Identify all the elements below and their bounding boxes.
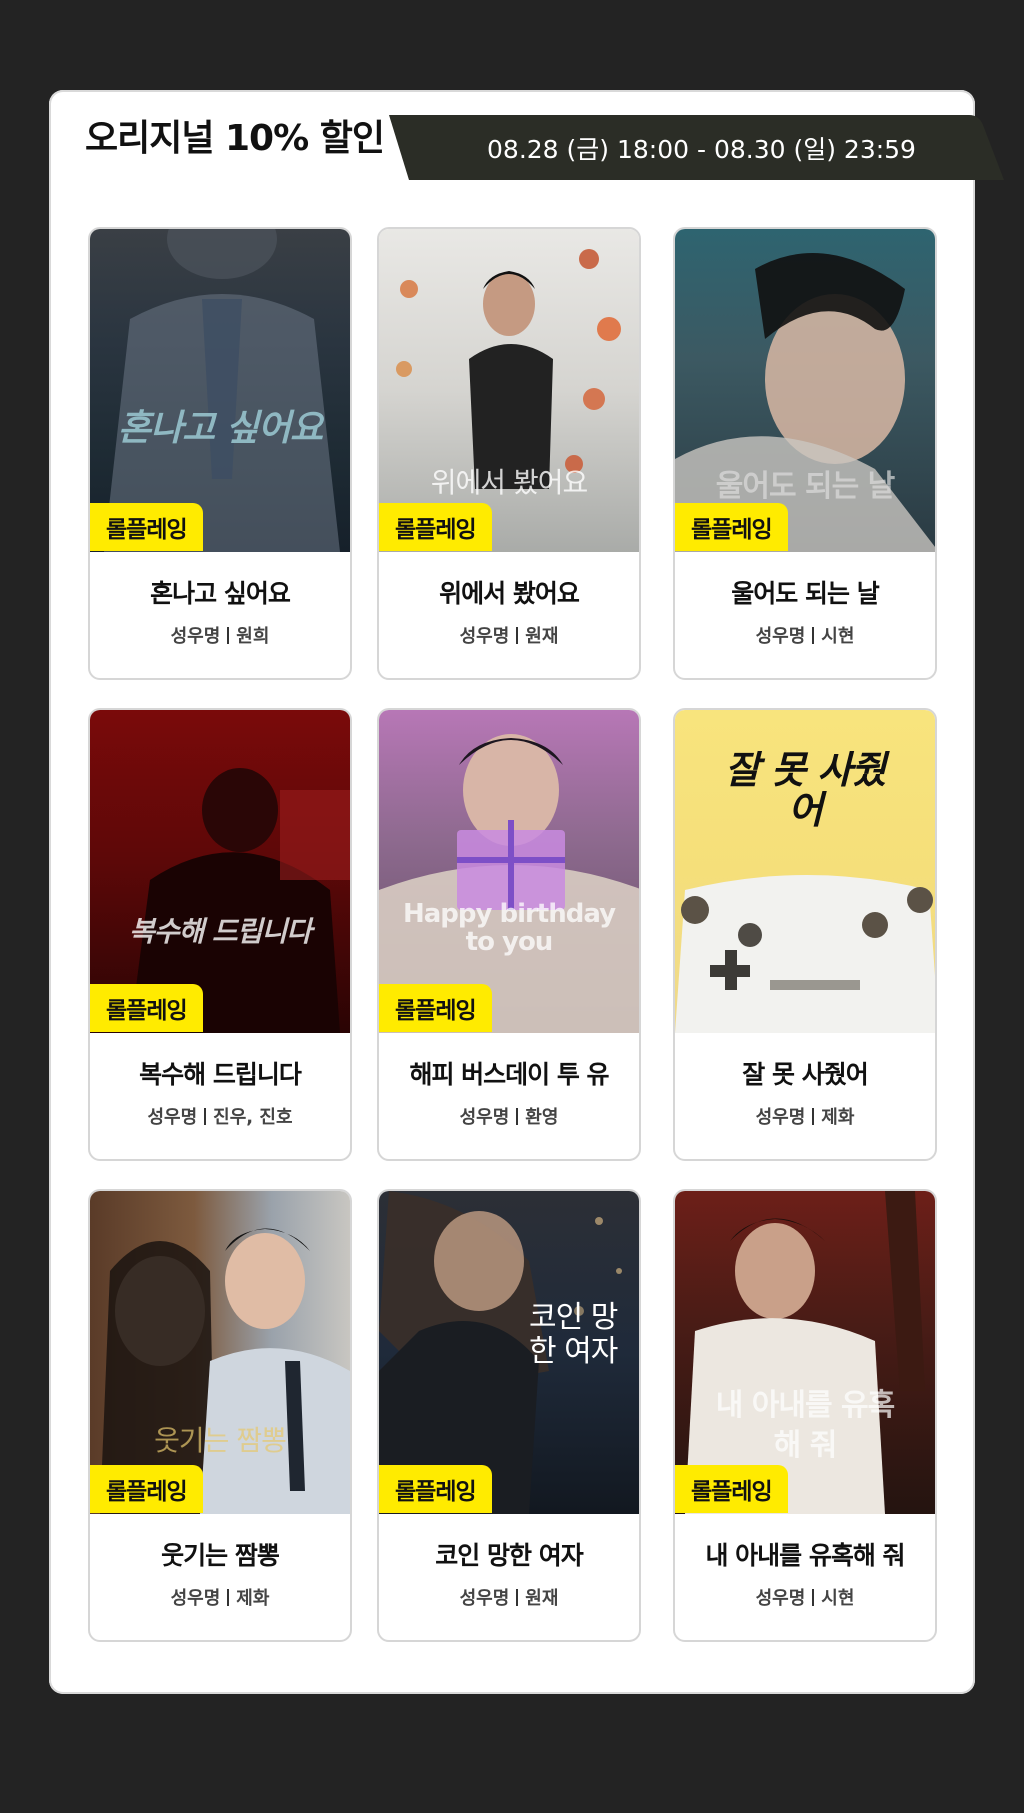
cast-divider — [812, 1589, 815, 1606]
card-cast: 성우명 시현 — [675, 1584, 935, 1610]
poster-image: 코인 망한 여자 롤플레잉 — [379, 1191, 639, 1514]
poster-title: 혼나고 싶어요 — [117, 408, 323, 449]
card-info: 잘 못 사줬어 성우명 제화 — [675, 1033, 935, 1159]
card-title: 웃기는 짬뽕 — [161, 1541, 280, 1570]
cast-names: 원희 — [236, 626, 270, 647]
category-badge: 롤플레잉 — [90, 503, 203, 551]
poster-image: 복수해 드립니다 롤플레잉 — [90, 710, 350, 1033]
poster-image: 내 아내를 유혹해 줘 롤플레잉 — [675, 1191, 935, 1514]
cast-names: 시현 — [821, 626, 855, 647]
category-badge: 롤플레잉 — [90, 1465, 203, 1513]
poster-title: 잘 못 사줬어 — [724, 748, 886, 832]
card-info: 해피 버스데이 투 유 성우명 환영 — [379, 1033, 639, 1159]
content-card[interactable]: 내 아내를 유혹해 줘 롤플레잉 내 아내를 유혹해 줘 성우명 시현 — [673, 1189, 937, 1642]
category-badge: 롤플레잉 — [675, 1465, 788, 1513]
cast-label: 성우명 — [755, 1588, 806, 1609]
card-title: 위에서 봤어요 — [439, 579, 580, 608]
promo-panel: 오리지널 10% 할인 08.28 (금) 18:00 - 08.30 (일) … — [49, 90, 1004, 1694]
card-cast: 성우명 원재 — [379, 1584, 639, 1610]
card-cast: 성우명 원희 — [90, 622, 350, 648]
card-title: 내 아내를 유혹해 줘 — [705, 1541, 905, 1570]
card-cast: 성우명 제화 — [675, 1103, 935, 1129]
poster-title: 웃기는 짬뽕 — [154, 1424, 287, 1457]
category-badge: 롤플레잉 — [379, 1465, 492, 1513]
card-info: 울어도 되는 날 성우명 시현 — [675, 552, 935, 678]
content-card[interactable]: 위에서 봤어요 롤플레잉 위에서 봤어요 성우명 원재 — [377, 227, 641, 680]
category-badge: 롤플레잉 — [90, 984, 203, 1032]
cast-divider — [227, 1589, 230, 1606]
promo-period-tab: 08.28 (금) 18:00 - 08.30 (일) 23:59 — [389, 115, 1014, 180]
poster-title: 울어도 되는 날 — [715, 469, 896, 504]
cast-names: 진우, 진호 — [213, 1107, 293, 1128]
card-info: 웃기는 짬뽕 성우명 제화 — [90, 1514, 350, 1640]
card-title: 해피 버스데이 투 유 — [409, 1060, 609, 1089]
card-title: 잘 못 사줬어 — [742, 1060, 868, 1089]
content-card[interactable]: Happy birthday to you 롤플레잉 해피 버스데이 투 유 성… — [377, 708, 641, 1161]
category-badge: 롤플레잉 — [675, 503, 788, 551]
cast-names: 제화 — [821, 1107, 855, 1128]
poster-title: 복수해 드립니다 — [128, 915, 312, 948]
card-cast: 성우명 시현 — [675, 622, 935, 648]
category-badge: 롤플레잉 — [379, 503, 492, 551]
cast-label: 성우명 — [170, 626, 221, 647]
content-card[interactable]: 잘 못 사줬어 잘 못 사줬어 성우명 제화 — [673, 708, 937, 1161]
cast-label: 성우명 — [459, 626, 510, 647]
cast-label: 성우명 — [755, 1107, 806, 1128]
poster-image: 혼나고 싶어요 롤플레잉 — [90, 229, 350, 552]
cast-divider — [516, 1108, 519, 1125]
card-info: 코인 망한 여자 성우명 원재 — [379, 1514, 639, 1640]
content-card[interactable]: 코인 망한 여자 롤플레잉 코인 망한 여자 성우명 원재 — [377, 1189, 641, 1642]
card-cast: 성우명 원재 — [379, 622, 639, 648]
content-card[interactable]: 복수해 드립니다 롤플레잉 복수해 드립니다 성우명 진우, 진호 — [88, 708, 352, 1161]
content-card[interactable]: 혼나고 싶어요 롤플레잉 혼나고 싶어요 성우명 원희 — [88, 227, 352, 680]
cast-label: 성우명 — [147, 1107, 198, 1128]
cast-names: 원재 — [525, 1588, 559, 1609]
cast-names: 환영 — [525, 1107, 559, 1128]
promo-period: 08.28 (금) 18:00 - 08.30 (일) 23:59 — [487, 134, 916, 164]
card-cast: 성우명 진우, 진호 — [90, 1103, 350, 1129]
cast-names: 원재 — [525, 626, 559, 647]
cast-names: 제화 — [236, 1588, 270, 1609]
poster-image: 웃기는 짬뽕 롤플레잉 — [90, 1191, 350, 1514]
poster-image: 잘 못 사줬어 — [675, 710, 935, 1033]
card-info: 내 아내를 유혹해 줘 성우명 시현 — [675, 1514, 935, 1640]
card-info: 복수해 드립니다 성우명 진우, 진호 — [90, 1033, 350, 1159]
cast-label: 성우명 — [459, 1107, 510, 1128]
promo-title-tab: 오리지널 10% 할인 — [49, 90, 414, 180]
card-info: 위에서 봤어요 성우명 원재 — [379, 552, 639, 678]
card-info: 혼나고 싶어요 성우명 원희 — [90, 552, 350, 678]
poster-image: 위에서 봤어요 롤플레잉 — [379, 229, 639, 552]
poster-title: Happy birthday to you — [402, 899, 616, 957]
card-cast: 성우명 환영 — [379, 1103, 639, 1129]
content-card[interactable]: 울어도 되는 날 롤플레잉 울어도 되는 날 성우명 시현 — [673, 227, 937, 680]
promo-title: 오리지널 10% 할인 — [85, 118, 385, 159]
cast-divider — [204, 1108, 207, 1125]
poster-image: 울어도 되는 날 롤플레잉 — [675, 229, 935, 552]
category-badge: 롤플레잉 — [379, 984, 492, 1032]
card-title: 울어도 되는 날 — [731, 579, 879, 608]
card-title: 코인 망한 여자 — [435, 1541, 583, 1570]
cast-divider — [812, 627, 815, 644]
cast-label: 성우명 — [170, 1588, 221, 1609]
cast-label: 성우명 — [755, 626, 806, 647]
content-card[interactable]: 웃기는 짬뽕 롤플레잉 웃기는 짬뽕 성우명 제화 — [88, 1189, 352, 1642]
cast-label: 성우명 — [459, 1588, 510, 1609]
poster-image: Happy birthday to you 롤플레잉 — [379, 710, 639, 1033]
cast-divider — [227, 627, 230, 644]
card-title: 복수해 드립니다 — [139, 1060, 302, 1089]
cast-divider — [516, 627, 519, 644]
poster-title: 내 아내를 유혹해 줘 — [715, 1388, 896, 1463]
cast-divider — [812, 1108, 815, 1125]
poster-title: 코인 망한 여자 — [529, 1300, 618, 1369]
card-cast: 성우명 제화 — [90, 1584, 350, 1610]
card-title: 혼나고 싶어요 — [150, 579, 291, 608]
cast-names: 시현 — [821, 1588, 855, 1609]
poster-title: 위에서 봤어요 — [430, 466, 588, 499]
cast-divider — [516, 1589, 519, 1606]
